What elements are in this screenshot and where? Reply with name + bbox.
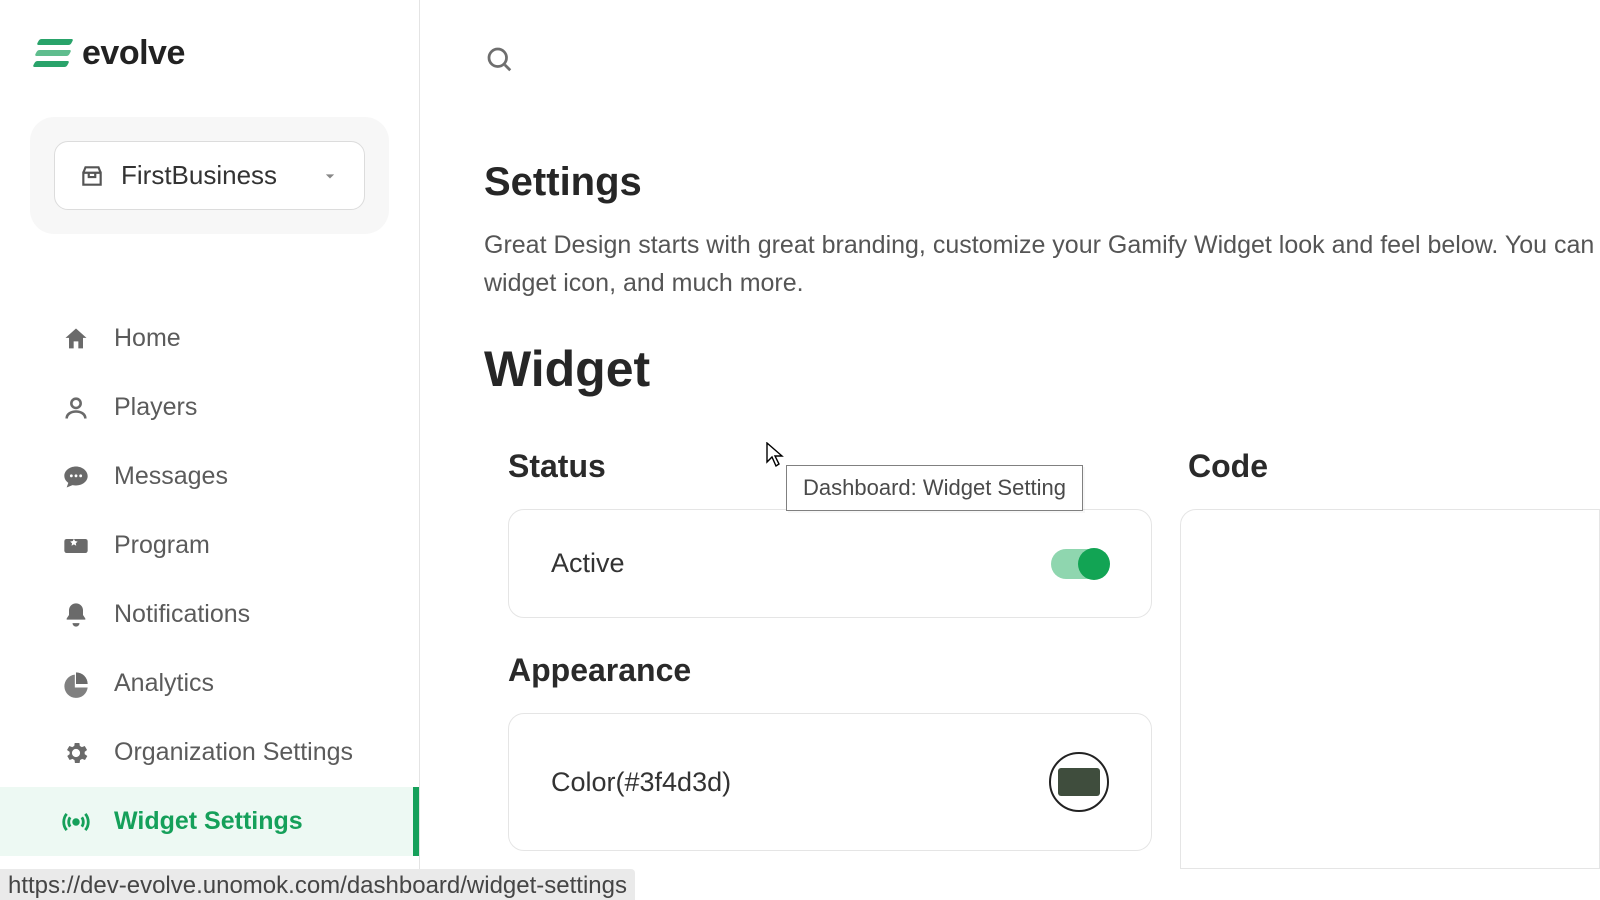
org-selected-name: FirstBusiness xyxy=(121,160,304,191)
status-active-label: Active xyxy=(551,548,625,579)
store-icon xyxy=(79,163,105,189)
home-icon xyxy=(62,325,90,353)
code-card xyxy=(1180,509,1600,869)
tooltip: Dashboard: Widget Setting xyxy=(786,465,1083,511)
chat-icon xyxy=(62,463,90,491)
sidebar-item-label: Notifications xyxy=(114,600,250,629)
brand-name: evolve xyxy=(82,34,185,73)
sidebar-item-label: Players xyxy=(114,393,197,422)
section-title: Widget xyxy=(484,340,1600,398)
sidebar-item-label: Program xyxy=(114,531,210,560)
sidebar-item-program[interactable]: Program xyxy=(0,511,419,580)
code-heading: Code xyxy=(1188,448,1600,485)
sidebar-item-label: Messages xyxy=(114,462,228,491)
brand-logo: evolve xyxy=(0,0,419,73)
sidebar-item-organization-settings[interactable]: Organization Settings xyxy=(0,718,419,787)
sidebar-item-players[interactable]: Players xyxy=(0,373,419,442)
sidebar: evolve FirstBusiness Home Players Messag… xyxy=(0,0,420,900)
status-card: Active xyxy=(508,509,1152,618)
appearance-heading: Appearance xyxy=(508,652,1152,689)
sidebar-item-messages[interactable]: Messages xyxy=(0,442,419,511)
sidebar-item-label: Home xyxy=(114,324,181,353)
pie-chart-icon xyxy=(62,670,90,698)
status-bar-url: https://dev-evolve.unomok.com/dashboard/… xyxy=(8,872,627,899)
page-title: Settings xyxy=(484,160,1600,205)
main-content: Settings Great Design starts with great … xyxy=(420,0,1600,900)
ticket-icon xyxy=(62,532,90,560)
gear-icon xyxy=(62,739,90,767)
org-selector-container: FirstBusiness xyxy=(30,117,389,234)
sidebar-item-home[interactable]: Home xyxy=(0,304,419,373)
sidebar-item-label: Analytics xyxy=(114,669,214,698)
sidebar-item-analytics[interactable]: Analytics xyxy=(0,649,419,718)
broadcast-icon xyxy=(62,808,90,836)
appearance-color-card: Color(#3f4d3d) xyxy=(508,713,1152,851)
sidebar-item-widget-settings[interactable]: Widget Settings xyxy=(0,787,419,856)
chevron-down-icon xyxy=(320,166,340,186)
logo-mark-icon xyxy=(36,36,72,72)
search-icon[interactable] xyxy=(484,61,514,78)
tooltip-text: Dashboard: Widget Setting xyxy=(803,475,1066,500)
sidebar-item-label: Widget Settings xyxy=(114,807,303,836)
org-select[interactable]: FirstBusiness xyxy=(54,141,365,210)
sidebar-item-notifications[interactable]: Notifications xyxy=(0,580,419,649)
appearance-color-label: Color(#3f4d3d) xyxy=(551,767,731,798)
color-swatch xyxy=(1058,768,1100,796)
sidebar-item-label: Organization Settings xyxy=(114,738,353,767)
sidebar-nav: Home Players Messages Program Notificati… xyxy=(0,304,419,856)
page-description: Great Design starts with great branding,… xyxy=(484,227,1600,302)
browser-status-bar: https://dev-evolve.unomok.com/dashboard/… xyxy=(0,869,635,900)
color-picker-button[interactable] xyxy=(1049,752,1109,812)
status-active-toggle[interactable] xyxy=(1051,549,1109,579)
user-icon xyxy=(62,394,90,422)
bell-icon xyxy=(62,601,90,629)
